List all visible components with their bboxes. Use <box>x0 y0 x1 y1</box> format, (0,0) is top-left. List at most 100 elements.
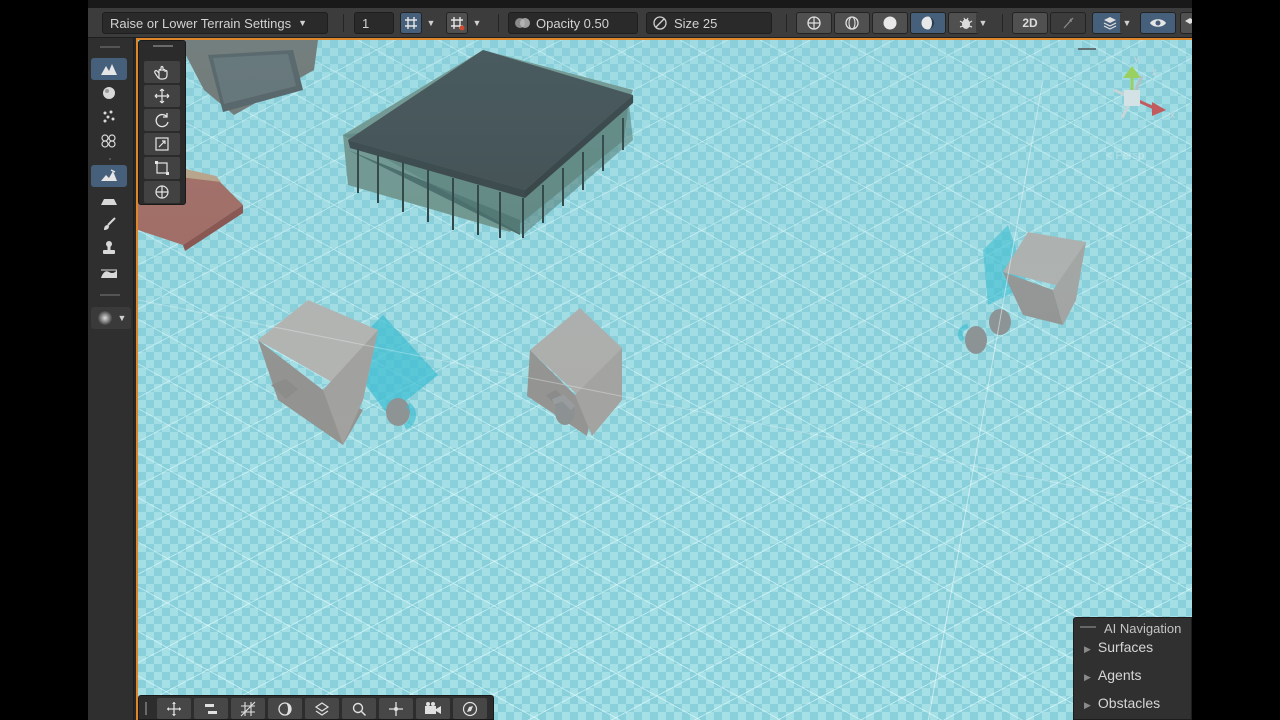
snap-icon <box>389 701 403 716</box>
ai-nav-item-label: Agents <box>1097 667 1142 683</box>
overlay-grip <box>153 45 173 47</box>
crosshair-sphere-icon <box>807 16 821 30</box>
gizmo-y-label: y <box>1134 54 1139 65</box>
align-button[interactable] <box>194 698 228 719</box>
2d-icon: 2D <box>1022 16 1038 30</box>
set-height-tool[interactable] <box>91 82 127 104</box>
shading-lit-button[interactable] <box>910 12 946 34</box>
chevron-right-icon: ▶ <box>1084 700 1091 710</box>
grid-line <box>927 79 1044 720</box>
sphere-button[interactable] <box>268 698 302 719</box>
debug-draw-dropdown[interactable]: ▼ <box>976 12 990 34</box>
smooth-tool[interactable] <box>91 261 127 283</box>
transform-tool[interactable] <box>144 181 180 203</box>
opacity-field[interactable]: Opacity 0.50 <box>508 12 638 34</box>
smooth-icon <box>101 269 117 278</box>
ai-navigation-overlay: AI Navigation ▶ Surfaces ▶ Agents ▶ Obstacl… <box>1073 617 1192 720</box>
shading-solid-button[interactable] <box>872 12 908 34</box>
2d-toggle-button[interactable]: 2D <box>1012 12 1048 34</box>
glass-pavilion[interactable] <box>343 50 633 238</box>
scale-icon <box>155 137 169 151</box>
move-tool[interactable] <box>144 85 180 107</box>
scale-tool[interactable] <box>144 133 180 155</box>
grid-visibility-dropdown[interactable]: ▼ <box>470 12 484 34</box>
move-icon <box>154 88 170 104</box>
ai-nav-item-label: Obstacles <box>1097 695 1161 711</box>
chevron-right-icon: ▶ <box>1084 672 1091 682</box>
camera-button[interactable] <box>416 698 450 719</box>
shading-wireframe-button[interactable] <box>834 12 870 34</box>
compass-button[interactable] <box>453 698 487 719</box>
ai-nav-item-label: Surfaces <box>1097 639 1154 655</box>
ai-nav-item-surfaces[interactable]: ▶ Surfaces <box>1084 639 1153 655</box>
view-mode-label[interactable]: < Persp <box>1106 150 1144 162</box>
terrain-tools-panel: ▼ <box>88 38 134 720</box>
compass-icon <box>462 701 478 716</box>
circle-icon <box>103 87 115 99</box>
terrain-paint-tool[interactable] <box>91 165 127 187</box>
chevron-down-icon: ▼ <box>978 18 988 28</box>
bottom-move-button[interactable] <box>157 698 191 719</box>
brick-building[interactable] <box>178 40 318 115</box>
scene-viewport[interactable]: y z x < Persp <box>136 38 1192 720</box>
hand-icon <box>154 65 168 80</box>
flatten-tool[interactable] <box>91 189 127 211</box>
stamp-icon <box>103 241 115 254</box>
mountain-icon <box>101 64 117 75</box>
capsule-right[interactable] <box>957 309 1011 354</box>
size-field[interactable]: Size 25 <box>646 12 772 34</box>
rotate-icon <box>155 113 169 128</box>
rect-tool[interactable] <box>144 157 180 179</box>
panel-grip <box>100 46 120 48</box>
global-view-button[interactable] <box>796 12 832 34</box>
paint-texture-tool[interactable] <box>91 106 127 128</box>
scene-visibility-button[interactable] <box>1140 12 1176 34</box>
ai-nav-item-agents[interactable]: ▶ Agents <box>1084 667 1142 683</box>
flatten-icon <box>101 199 117 205</box>
grid-snap-button[interactable] <box>400 12 422 34</box>
light-off-icon <box>1063 17 1074 29</box>
ai-nav-item-obstacles[interactable]: ▶ Obstacles <box>1084 695 1160 711</box>
brush-preview-dropdown[interactable]: ▼ <box>91 307 131 329</box>
move-icon <box>167 701 181 716</box>
grid-button[interactable] <box>231 698 265 719</box>
hand-tool[interactable] <box>144 61 180 83</box>
stamp-tool[interactable] <box>91 237 127 259</box>
bug-icon <box>959 17 973 29</box>
brush-tool[interactable] <box>91 213 127 235</box>
snap-button[interactable] <box>379 698 413 719</box>
gizmo-z-label: z <box>1152 67 1157 78</box>
divider <box>498 14 499 32</box>
layers-icon <box>1185 18 1192 24</box>
brush-preview-icon <box>97 311 112 325</box>
raise-lower-terrain-tool[interactable] <box>91 58 127 80</box>
transform-icon <box>155 185 169 199</box>
effects-dropdown[interactable]: ▼ <box>1120 12 1134 34</box>
sphere-icon <box>278 701 292 716</box>
terrain-settings-dropdown[interactable]: Raise or Lower Terrain Settings ▼ <box>102 12 328 34</box>
eye-icon <box>1150 19 1166 27</box>
grid-snap-dropdown[interactable]: ▼ <box>424 12 438 34</box>
capsule-left[interactable] <box>386 398 416 430</box>
paint-details-tool[interactable] <box>91 130 127 152</box>
divider <box>1002 14 1003 32</box>
opacity-icon <box>515 18 530 28</box>
lighting-toggle-button[interactable] <box>1050 12 1086 34</box>
gizmos-button[interactable] <box>1180 12 1192 34</box>
unity-editor: Raise or Lower Terrain Settings ▼ 1 ▼ ▼ … <box>88 0 1192 720</box>
number-value: 1 <box>362 15 370 31</box>
lit-sphere-icon <box>921 16 935 30</box>
rotate-tool[interactable] <box>144 109 180 131</box>
grid-visibility-button[interactable] <box>446 12 468 34</box>
layers-button[interactable] <box>305 698 339 719</box>
orientation-gizmo[interactable]: y z x <box>1113 54 1175 121</box>
cube-middle[interactable] <box>527 308 622 436</box>
scene-objects: y z x <box>138 40 1192 720</box>
terrain-paint-icon <box>101 169 117 181</box>
chevron-down-icon: ▼ <box>426 18 436 28</box>
divider <box>343 14 344 32</box>
panel-dot <box>109 158 111 160</box>
search-icon <box>352 702 367 716</box>
search-button[interactable] <box>342 698 376 719</box>
number-field[interactable]: 1 <box>354 12 394 34</box>
